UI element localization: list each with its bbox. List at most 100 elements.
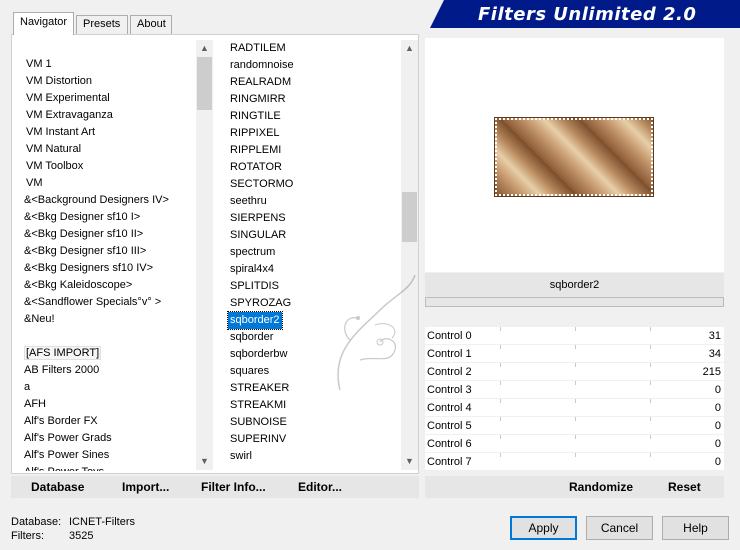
slider-tick [650,417,651,421]
editor-button[interactable]: Editor... [298,480,342,494]
list-item[interactable]: &<Bkg Kaleidoscope> [20,277,196,294]
control-row[interactable]: Control 3 0 [425,381,724,399]
list-item[interactable]: RIPPIXEL [226,125,400,142]
control-row[interactable]: Control 0 31 [425,327,724,345]
reset-button[interactable]: Reset [668,480,701,494]
randomize-button[interactable]: Randomize [569,480,633,494]
controls-list[interactable]: Control 0 31 Control 1 34 Control 2 215 Contro… [425,327,724,471]
control-value: 0 [714,438,721,450]
selected-filter-item[interactable]: sqborder2 [227,311,283,330]
control-row[interactable]: Control 4 0 [425,399,724,417]
control-label: Control 0 [427,330,472,342]
list-item[interactable]: VM Natural [20,141,196,158]
list-item[interactable]: VM 1 [20,56,196,73]
list-item[interactable]: VM Instant Art [20,124,196,141]
list-item[interactable]: SUBNOISE [226,414,400,431]
slider-tick [575,363,576,367]
list-item[interactable]: RINGMIRR [226,91,400,108]
control-row[interactable]: Control 7 0 [425,453,724,471]
list-item[interactable]: RINGTILE [226,108,400,125]
filter-list[interactable]: RADTILEM randomnoise REALRADM RINGMIRR RINGT… [226,40,400,470]
tab-navigator[interactable]: Navigator [13,12,74,35]
list-item[interactable]: &<Bkg Designer sf10 II> [20,226,196,243]
list-item[interactable]: &Neu! [20,311,196,328]
help-button[interactable]: Help [662,516,729,540]
list-item[interactable]: swirl [226,448,400,465]
control-row[interactable]: Control 6 0 [425,435,724,453]
list-item[interactable]: &<Sandflower Specials°v° > [20,294,196,311]
slider-tick [575,399,576,403]
filter-info-button[interactable]: Filter Info... [201,480,266,494]
list-item[interactable]: AB Filters 2000 [20,362,196,379]
control-value: 31 [708,330,721,342]
preview-area [425,38,724,272]
list-item[interactable]: SUPERINV [226,431,400,448]
control-value: 0 [714,384,721,396]
list-item[interactable]: SIERPENS [226,210,400,227]
list-item[interactable]: SECTORMO [226,176,400,193]
list-item[interactable]: &<Bkg Designers sf10 IV> [20,260,196,277]
filter-scrollbar[interactable]: ▲ ▼ [401,40,418,470]
cancel-button[interactable]: Cancel [586,516,653,540]
list-item[interactable]: a [20,379,196,396]
watermark-flourish-icon [337,274,416,391]
scroll-up-icon[interactable]: ▲ [401,40,418,57]
control-value: 0 [714,456,721,468]
scroll-thumb[interactable] [402,192,417,242]
list-item[interactable]: SINGULAR [226,227,400,244]
list-item[interactable]: Alf's Power Toys [20,464,196,471]
slider-tick [650,435,651,439]
slider-tick [575,453,576,457]
list-item[interactable]: REALRADM [226,74,400,91]
database-button[interactable]: Database [31,480,84,494]
list-item[interactable]: AFH [20,396,196,413]
list-item[interactable]: VM Experimental [20,90,196,107]
database-label: Database: [11,516,62,528]
list-item [20,328,196,345]
slider-tick [650,345,651,349]
slider-tick [500,327,501,331]
list-item[interactable]: &<Bkg Designer sf10 I> [20,209,196,226]
tab-about[interactable]: About [130,15,172,34]
list-item[interactable]: [AFS IMPORT] [20,345,196,362]
tab-presets[interactable]: Presets [76,15,128,34]
slider-tick [650,327,651,331]
filters-label: Filters: [11,530,44,542]
control-value: 215 [702,366,721,378]
control-row[interactable]: Control 5 0 [425,417,724,435]
list-item[interactable]: Alf's Power Grads [20,430,196,447]
list-item-label: [AFS IMPORT] [24,346,102,360]
control-label: Control 3 [427,384,472,396]
import-button[interactable]: Import... [122,480,169,494]
list-item[interactable]: seethru [226,193,400,210]
apply-button[interactable]: Apply [510,516,577,540]
slider-tick [650,453,651,457]
list-item[interactable]: VM Extravaganza [20,107,196,124]
list-item[interactable]: spectrum [226,244,400,261]
list-item[interactable]: Alf's Power Sines [20,447,196,464]
list-item[interactable]: VM Toolbox [20,158,196,175]
control-value: 34 [708,348,721,360]
scroll-down-icon[interactable]: ▼ [401,453,418,470]
list-item[interactable]: &<Background Designers IV> [20,192,196,209]
scroll-down-icon[interactable]: ▼ [196,453,213,470]
slider-tick [575,435,576,439]
scroll-thumb[interactable] [197,57,212,110]
category-list[interactable]: VM 1 VM Distortion VM Experimental VM Extra… [20,56,196,471]
slider-tick [650,381,651,385]
list-item[interactable]: &<Bkg Designer sf10 III> [20,243,196,260]
category-scrollbar[interactable]: ▲ ▼ [196,40,213,470]
slider-tick [575,381,576,385]
list-item[interactable]: RIPPLEMI [226,142,400,159]
list-item[interactable]: RADTILEM [226,40,400,57]
preview-image [494,117,654,197]
control-row[interactable]: Control 1 34 [425,345,724,363]
list-item[interactable]: VM Distortion [20,73,196,90]
scroll-up-icon[interactable]: ▲ [196,40,213,57]
control-row[interactable]: Control 2 215 [425,363,724,381]
list-item[interactable]: Alf's Border FX [20,413,196,430]
list-item[interactable]: ROTATOR [226,159,400,176]
list-item[interactable]: randomnoise [226,57,400,74]
control-value: 0 [714,420,721,432]
list-item[interactable]: VM [20,175,196,192]
